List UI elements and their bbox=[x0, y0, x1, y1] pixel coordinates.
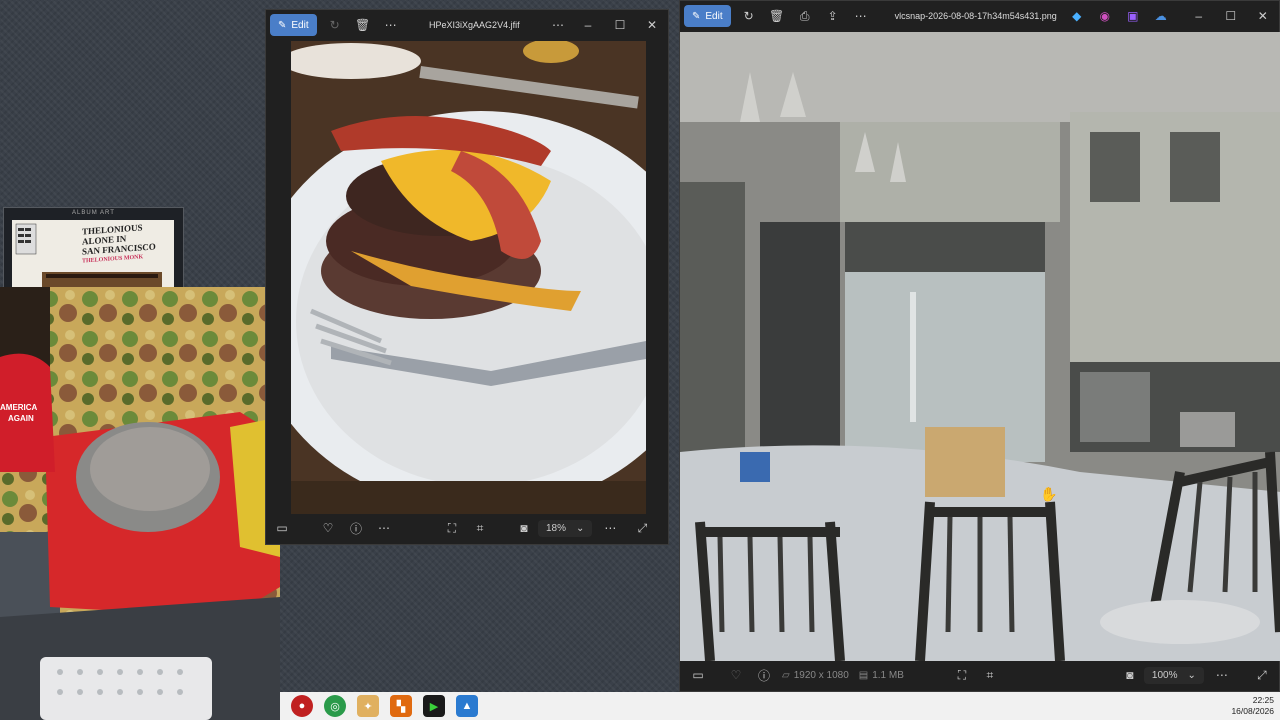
minimize-icon[interactable]: – bbox=[572, 18, 604, 32]
fit-icon[interactable]: ⛶ bbox=[948, 664, 976, 686]
red-app-icon[interactable]: ● bbox=[291, 695, 313, 717]
info-icon[interactable]: ⓘ bbox=[750, 664, 778, 686]
scan-icon[interactable]: ⌗ bbox=[466, 517, 494, 539]
share-icon[interactable]: ⇪ bbox=[819, 5, 847, 27]
clock-time: 22:25 bbox=[1252, 695, 1274, 705]
photos-window-right[interactable]: ✎ Edit ↻ 🗑 ⎙ ⇪ ⋯ vlcsnap-2026-08-08-17h3… bbox=[679, 0, 1280, 692]
slideshow-icon[interactable]: ◙ bbox=[510, 517, 538, 539]
edit-label: Edit bbox=[705, 10, 723, 22]
disk-icon: ▤ bbox=[858, 669, 869, 681]
burger-photo bbox=[291, 41, 646, 514]
cloud-icon[interactable]: ☁ bbox=[1147, 5, 1175, 27]
album-cover: THELONIOUS ALONE IN SAN FRANCISCO THELON… bbox=[12, 220, 174, 292]
chevron-down-icon: ⌄ bbox=[576, 522, 585, 534]
more-icon[interactable]: ⋯ bbox=[1208, 664, 1236, 686]
webcam-feed: AMERICA AGAIN bbox=[0, 287, 280, 720]
info-icon[interactable]: ⓘ bbox=[342, 517, 370, 539]
rotate-icon[interactable]: ↻ bbox=[321, 14, 349, 36]
hat-text: AMERICA AGAIN bbox=[0, 403, 38, 423]
album-art-widget: ALBUM ART THELONIOUS ALONE IN SAN FRANCI… bbox=[3, 207, 184, 293]
zoom-select[interactable]: 18% ⌄ bbox=[538, 519, 593, 537]
photos-icon[interactable]: ▲ bbox=[456, 695, 478, 717]
maximize-icon[interactable]: ☐ bbox=[1215, 9, 1247, 23]
edit-icon: ✎ bbox=[278, 19, 287, 31]
favorite-icon[interactable]: ♡ bbox=[314, 517, 342, 539]
edit-label: Edit bbox=[291, 19, 309, 31]
resolution-icon: ▱ bbox=[782, 669, 790, 681]
dimensions-meta: ▱ 1920 x 1080 bbox=[782, 670, 849, 681]
expand-icon[interactable]: ⤢ bbox=[628, 517, 656, 539]
chevron-down-icon: ⌄ bbox=[1187, 669, 1196, 681]
close-icon[interactable]: ✕ bbox=[1247, 9, 1279, 23]
clipchamp-icon[interactable]: ◉ bbox=[1091, 5, 1119, 27]
bottom-bar: ▭ ♡ ⓘ ▱ 1920 x 1080 ▤ 1.1 MB ⛶ ⌗ ◙ 100% … bbox=[680, 659, 1279, 691]
slideshow-icon[interactable]: ◙ bbox=[1116, 664, 1144, 686]
file-name: HPeXI3iXgAAG2V4.jfif bbox=[429, 20, 520, 30]
filesize-meta: ▤ 1.1 MB bbox=[859, 670, 904, 681]
rotate-icon[interactable]: ↻ bbox=[735, 5, 763, 27]
delete-icon[interactable]: 🗑 bbox=[763, 5, 791, 27]
title-bar: ✎ Edit ↻ 🗑 ⋯ HPeXI3iXgAAG2V4.jfif ⋯ – ☐ … bbox=[266, 10, 668, 40]
expand-icon[interactable]: ⤢ bbox=[1248, 664, 1276, 686]
more-icon[interactable]: ⋯ bbox=[377, 14, 405, 36]
chrome-icon[interactable]: ◎ bbox=[324, 695, 346, 717]
clock-date: 16/08/2026 bbox=[1231, 706, 1274, 716]
edit-icon: ✎ bbox=[692, 10, 701, 22]
taskbar: ● ◎ ✦ ▚ ▶ ▲ 22:25 16/08/2026 bbox=[280, 692, 1280, 720]
more-icon[interactable]: ⋯ bbox=[370, 517, 398, 539]
pinwheel-icon[interactable]: ✦ bbox=[357, 695, 379, 717]
photos-app-icon[interactable]: ◆ bbox=[1063, 5, 1091, 27]
photos-window-left[interactable]: ✎ Edit ↻ 🗑 ⋯ HPeXI3iXgAAG2V4.jfif ⋯ – ☐ … bbox=[265, 9, 669, 545]
more-icon[interactable]: ⋯ bbox=[847, 5, 875, 27]
favorite-icon[interactable]: ♡ bbox=[722, 664, 750, 686]
scan-icon[interactable]: ⌗ bbox=[976, 664, 1004, 686]
fit-icon[interactable]: ⛶ bbox=[438, 517, 466, 539]
edit-button[interactable]: ✎ Edit bbox=[270, 14, 317, 36]
terminal-icon[interactable]: ▶ bbox=[423, 695, 445, 717]
filmstrip-icon[interactable]: ▭ bbox=[684, 664, 712, 686]
orange-app-icon[interactable]: ▚ bbox=[390, 695, 412, 717]
close-icon[interactable]: ✕ bbox=[636, 18, 668, 32]
delete-icon[interactable]: 🗑 bbox=[349, 14, 377, 36]
zoom-value: 18% bbox=[546, 522, 567, 534]
print-icon[interactable]: ⎙ bbox=[791, 5, 819, 27]
title-bar: ✎ Edit ↻ 🗑 ⎙ ⇪ ⋯ vlcsnap-2026-08-08-17h3… bbox=[680, 1, 1279, 31]
album-art-title: ALBUM ART bbox=[72, 210, 115, 216]
zoom-select[interactable]: 100% ⌄ bbox=[1143, 666, 1204, 684]
hand-cursor-icon: ✋ bbox=[1040, 486, 1058, 502]
zoom-value: 100% bbox=[1151, 669, 1178, 681]
file-size: 1.1 MB bbox=[872, 669, 904, 681]
bottom-bar: ▭ ♡ ⓘ ⋯ ⛶ ⌗ ◙ 18% ⌄ ⋯ ⤢ bbox=[266, 512, 668, 544]
kitchen-photo bbox=[680, 32, 1280, 661]
maximize-icon[interactable]: ☐ bbox=[604, 18, 636, 32]
minimize-icon[interactable]: – bbox=[1183, 9, 1215, 23]
filmstrip-icon[interactable]: ▭ bbox=[272, 517, 292, 539]
clock[interactable]: 22:25 16/08/2026 bbox=[1231, 695, 1274, 717]
edit-button[interactable]: ✎ Edit bbox=[684, 5, 731, 27]
dimensions: 1920 x 1080 bbox=[793, 669, 849, 681]
designer-icon[interactable]: ▣ bbox=[1119, 5, 1147, 27]
more-options-icon[interactable]: ⋯ bbox=[596, 517, 624, 539]
title-more-icon[interactable]: ⋯ bbox=[544, 14, 572, 36]
file-name: vlcsnap-2026-08-08-17h34m54s431.png bbox=[894, 11, 1057, 21]
